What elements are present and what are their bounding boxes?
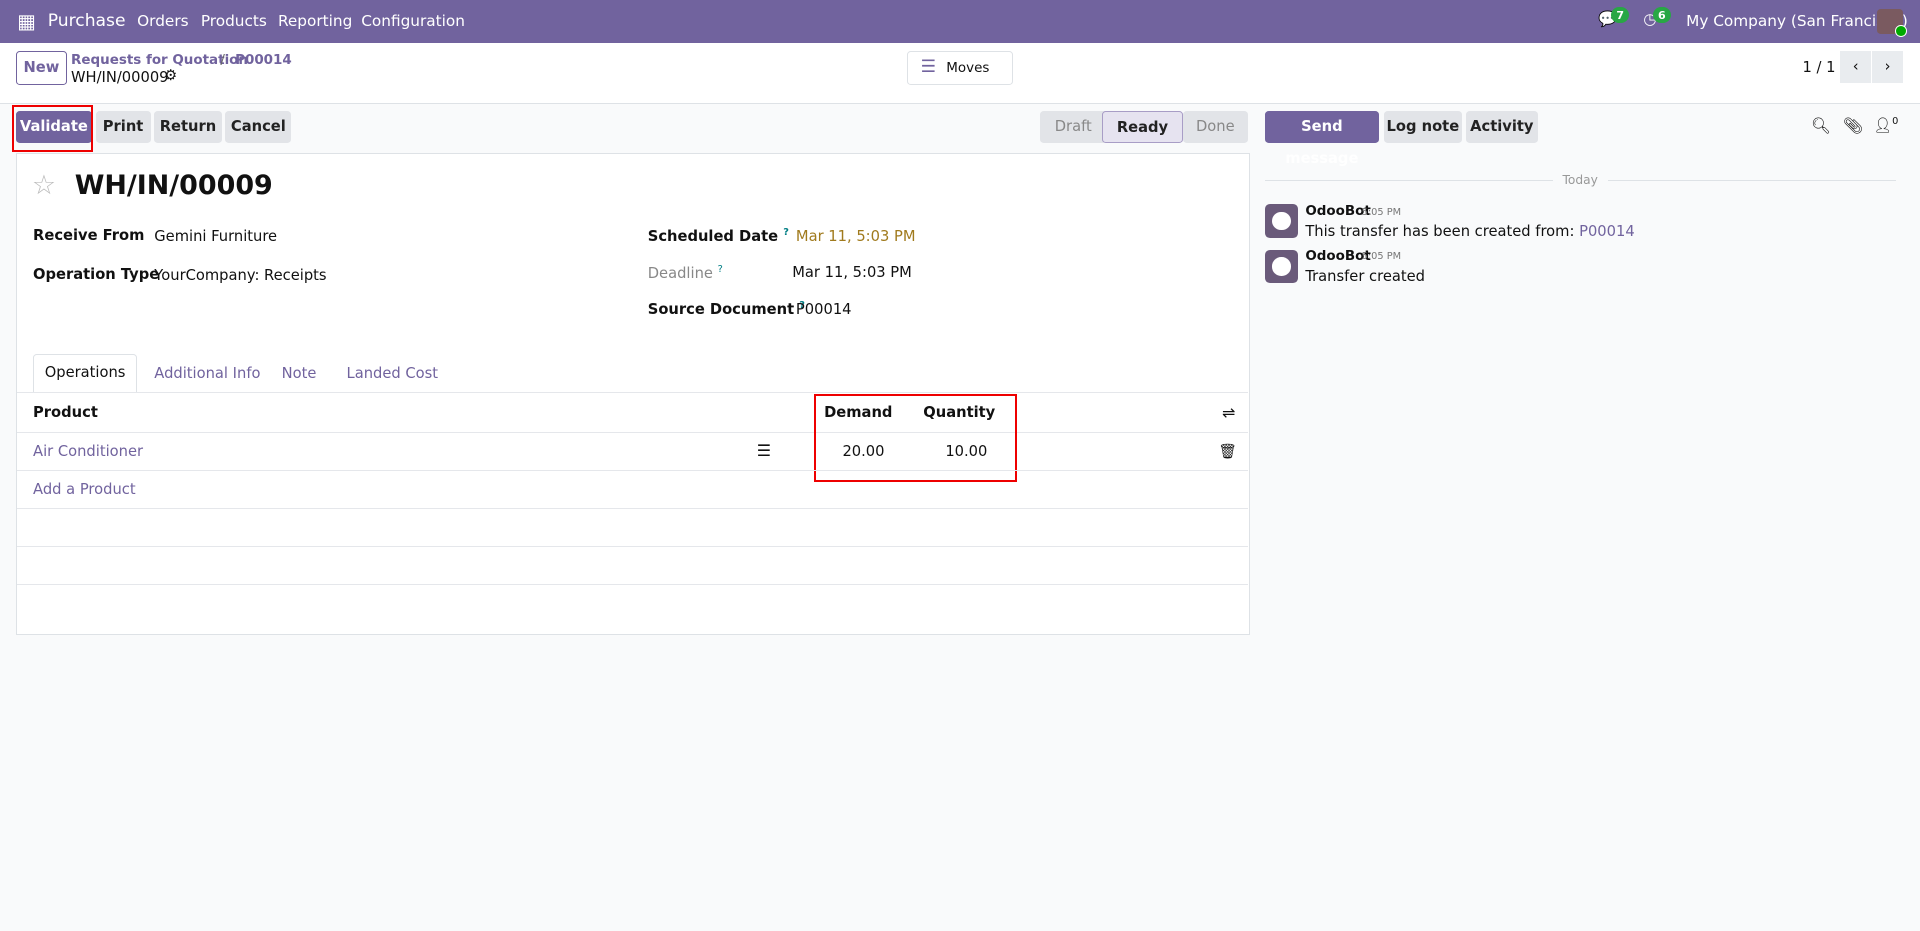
followers-icon[interactable]: 👤︎0 bbox=[1873, 116, 1898, 134]
send-message-button[interactable]: Send message bbox=[1264, 111, 1379, 167]
help-icon[interactable]: ? bbox=[783, 227, 789, 238]
col-product[interactable]: Product bbox=[33, 404, 98, 421]
scheduled-date-label: Scheduled Date ? bbox=[648, 227, 789, 245]
delete-trash-icon[interactable]: 🗑 bbox=[1218, 442, 1237, 460]
activities-badge: 6 bbox=[1653, 7, 1671, 23]
pager-prev-button[interactable]: ‹ bbox=[1840, 51, 1872, 84]
deadline-label: Deadline ? bbox=[648, 264, 723, 282]
activity-button[interactable]: Activity bbox=[1465, 111, 1538, 144]
cancel-button[interactable]: Cancel bbox=[225, 111, 292, 144]
message-body: This transfer has been created from: P00… bbox=[1305, 223, 1634, 240]
table-row-divider bbox=[17, 546, 1248, 547]
control-panel: New Requests for Quotation / P00014 WH/I… bbox=[0, 42, 1920, 104]
status-done[interactable]: Done bbox=[1182, 111, 1248, 144]
odoobot-avatar bbox=[1264, 249, 1298, 283]
menu-configuration[interactable]: Configuration bbox=[361, 12, 465, 30]
scheduled-date-field[interactable]: Mar 11, 5:03 PM bbox=[796, 228, 916, 245]
menu-reporting[interactable]: Reporting bbox=[278, 12, 352, 30]
log-note-button[interactable]: Log note bbox=[1383, 111, 1463, 144]
tab-landed-cost[interactable]: Landed Cost bbox=[347, 365, 439, 382]
operation-type-label: Operation Type bbox=[33, 265, 160, 283]
table-row-divider bbox=[17, 584, 1248, 585]
label-text: Deadline bbox=[647, 265, 713, 283]
table-row-divider bbox=[17, 508, 1248, 509]
help-icon[interactable]: ? bbox=[718, 264, 723, 275]
demand-quantity-highlight bbox=[814, 394, 1017, 482]
form-title: WH/IN/00009 bbox=[74, 170, 273, 202]
list-icon: ☰ bbox=[920, 57, 936, 78]
receive-from-field[interactable]: Gemini Furniture bbox=[154, 228, 277, 245]
search-icon[interactable]: 🔍︎ bbox=[1811, 116, 1831, 135]
message-body: Transfer created bbox=[1305, 268, 1425, 286]
tab-additional-info[interactable]: Additional Info bbox=[154, 365, 260, 382]
apps-menu-icon[interactable]: ▦ bbox=[17, 10, 36, 33]
message-time: 5:05 PM bbox=[1361, 206, 1402, 218]
operation-type-field[interactable]: YourCompany: Receipts bbox=[154, 267, 326, 284]
messages-badge: 7 bbox=[1611, 7, 1629, 23]
add-product-link[interactable]: Add a Product bbox=[33, 481, 136, 498]
source-document-field[interactable]: P00014 bbox=[796, 301, 852, 318]
label-text: Scheduled Date bbox=[647, 227, 779, 245]
print-button[interactable]: Print bbox=[95, 111, 151, 144]
tab-note[interactable]: Note bbox=[282, 365, 317, 382]
optional-columns-icon[interactable]: ⇌ bbox=[1222, 403, 1235, 422]
message-time: 5:05 PM bbox=[1361, 251, 1402, 263]
gear-icon[interactable]: ⚙ bbox=[164, 67, 177, 84]
status-ready[interactable]: Ready bbox=[1102, 111, 1183, 144]
menu-orders[interactable]: Orders bbox=[137, 12, 188, 30]
table-row-divider bbox=[17, 470, 1248, 472]
product-cell[interactable]: Air Conditioner bbox=[33, 443, 143, 460]
company-switcher[interactable]: My Company (San Francisco) bbox=[1686, 12, 1908, 30]
tab-operations[interactable]: Operations bbox=[33, 353, 138, 394]
status-draft[interactable]: Draft bbox=[1039, 111, 1107, 144]
receive-from-label: Receive From bbox=[33, 226, 145, 244]
message-text: This transfer has been created from: bbox=[1305, 222, 1580, 240]
app-name[interactable]: Purchase bbox=[48, 11, 126, 31]
odoobot-avatar bbox=[1264, 204, 1298, 238]
label-text: Source Document bbox=[647, 300, 795, 318]
validate-highlight bbox=[12, 105, 94, 153]
moves-button[interactable]: ☰ Moves bbox=[907, 51, 1014, 86]
return-button[interactable]: Return bbox=[154, 111, 222, 144]
today-label: Today bbox=[1552, 172, 1608, 187]
source-document-label: Source Document ? bbox=[648, 300, 805, 318]
pager-value[interactable]: 1 / 1 bbox=[1802, 59, 1835, 76]
top-navbar: ▦ Purchase Orders Products Reporting Con… bbox=[0, 0, 1920, 43]
deadline-field[interactable]: Mar 11, 5:03 PM bbox=[792, 264, 912, 281]
attachment-paperclip-icon[interactable]: 📎︎ bbox=[1843, 116, 1863, 135]
details-list-icon[interactable]: ☰ bbox=[757, 441, 771, 460]
breadcrumb-separator: / bbox=[220, 52, 225, 68]
followers-count: 0 bbox=[1892, 116, 1899, 128]
menu-products[interactable]: Products bbox=[201, 12, 267, 30]
new-button[interactable]: New bbox=[15, 51, 67, 86]
record-name: WH/IN/00009 bbox=[71, 68, 169, 86]
pager-next-button[interactable]: › bbox=[1872, 51, 1903, 84]
form-sheet bbox=[15, 153, 1250, 636]
user-avatar[interactable] bbox=[1877, 8, 1907, 37]
breadcrumb-po[interactable]: P00014 bbox=[235, 53, 292, 68]
message-po-link[interactable]: P00014 bbox=[1579, 223, 1635, 240]
table-row-divider bbox=[17, 432, 1248, 434]
favorite-star-icon[interactable]: ☆ bbox=[32, 170, 56, 201]
table-header-divider bbox=[17, 391, 1248, 393]
moves-label: Moves bbox=[946, 60, 990, 76]
